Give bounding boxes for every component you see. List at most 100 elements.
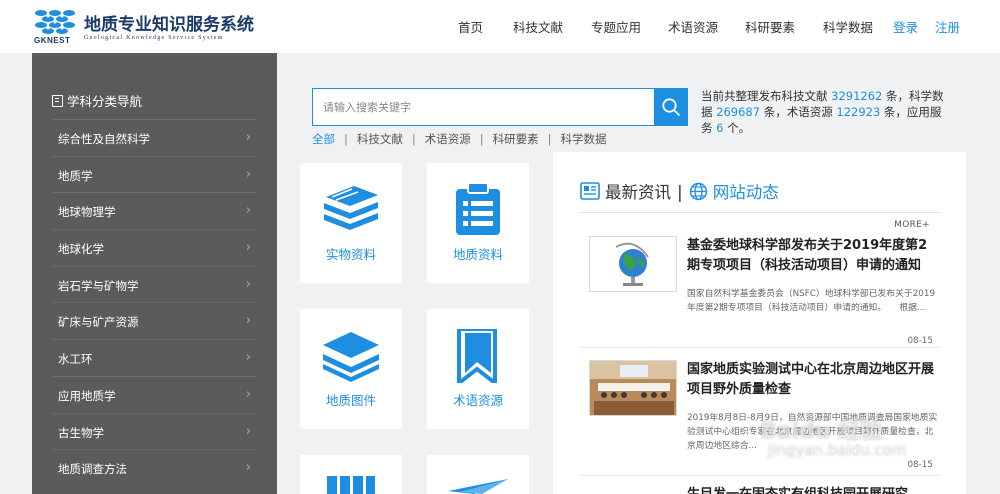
sidebar-item-label: 地球物理学 [58, 205, 116, 220]
globe-icon [689, 182, 708, 205]
news-item[interactable]: 基金委地球科学部发布关于2019年度第2期专项项目（科技活动项目）申请的通知 国… [589, 236, 939, 351]
site-title: 地质专业知识服务系统 [84, 15, 254, 35]
filter-all[interactable]: 全部 [312, 132, 335, 146]
chevron-right-icon: › [245, 240, 251, 256]
tile-label: 地质图件 [325, 393, 376, 408]
sidebar-item-petrology[interactable]: 岩石学与矿物学 › [52, 265, 257, 303]
logo-mesh-icon [35, 10, 75, 34]
stacked-books-icon [324, 186, 378, 230]
books-shelf-icon [327, 476, 375, 494]
sidebar-item-paleontology[interactable]: 古生物学 › [52, 412, 257, 450]
filter-separator: | [479, 132, 484, 146]
chevron-right-icon: › [245, 423, 251, 439]
tile-physical-samples[interactable]: 实物资料 [300, 163, 402, 283]
news-title[interactable]: 生目发一在固态实有组科技园开展研究 [687, 485, 939, 494]
tab-divider: | [677, 183, 683, 203]
sidebar-item-geology[interactable]: 地质学 › [52, 155, 257, 193]
news-item[interactable]: 生目发一在固态实有组科技园开展研究 [589, 485, 939, 494]
sidebar-list: 综合性及自然科学 › 地质学 › 地球物理学 › 地球化学 › 岩石学与矿物学 › 矿床与… [52, 119, 257, 486]
news-date: 08-15 [907, 460, 933, 470]
nav-home[interactable]: 首页 [458, 17, 483, 36]
sidebar-item-label: 水工环 [58, 352, 93, 367]
bookmark-icon [457, 329, 497, 383]
stats-data-count: 269687 [716, 105, 761, 119]
sidebar-item-label: 地质调查方法 [58, 462, 127, 477]
login-link[interactable]: 登录 [893, 17, 918, 36]
chevron-right-icon: › [245, 130, 251, 145]
stats-text: 当前共整理发布科技文献 [701, 89, 832, 103]
news-summary: 国家自然科学基金委员会（NSFC）地球科学部已发布关于2019年度第2期专项项目… [687, 289, 936, 313]
newspaper-icon [580, 181, 600, 205]
sidebar-item-mineral-deposits[interactable]: 矿床与矿产资源 › [52, 302, 257, 339]
news-tabs: 最新资讯 | 网站动态 [580, 179, 779, 205]
search-box [312, 88, 688, 126]
sidebar-item-geophysics[interactable]: 地球物理学 › [52, 192, 257, 229]
sidebar-item-comprehensive[interactable]: 综合性及自然科学 › [52, 119, 257, 156]
chevron-right-icon: › [245, 276, 251, 292]
news-date: 08-15 [907, 336, 933, 346]
nav-literature[interactable]: 科技文献 [513, 17, 563, 36]
tile-partial-2[interactable] [427, 455, 529, 494]
layers-icon [323, 332, 379, 382]
nav-science-data[interactable]: 科学数据 [823, 17, 873, 36]
sidebar-item-label: 应用地质学 [58, 388, 116, 403]
chevron-right-icon: › [245, 386, 251, 402]
sidebar-item-label: 岩石学与矿物学 [58, 278, 139, 293]
news-summary: 2019年8月8日-8月9日，自然资源部中国地质调查局国家地质实验测试中心组织专… [687, 413, 938, 451]
tile-label: 术语资源 [452, 393, 503, 408]
stats-text: 个。 [723, 121, 751, 135]
tile-partial-1[interactable] [300, 455, 402, 494]
globe-thumbnail [589, 236, 677, 292]
chevron-right-icon: › [245, 460, 251, 476]
sidebar-item-survey-methods[interactable]: 地质调查方法 › [52, 449, 257, 486]
news-item[interactable]: 国家地质实验测试中心在北京周边地区开展项目野外质量检查 2019年8月8日-8月… [589, 360, 939, 475]
news-title[interactable]: 国家地质实验测试中心在北京周边地区开展项目野外质量检查 [687, 360, 939, 400]
sidebar-title-text: 学科分类导航 [67, 94, 143, 109]
nav-terms[interactable]: 术语资源 [668, 17, 718, 36]
clipboard-list-icon [456, 183, 500, 235]
header: GKNEST 地质专业知识服务系统 Geological Knowledge S… [0, 0, 1000, 53]
more-link[interactable]: MORE+ [894, 220, 930, 230]
tile-label: 实物资料 [325, 247, 376, 262]
meeting-thumbnail [589, 360, 677, 416]
sidebar-title: 学科分类导航 [52, 91, 142, 110]
sidebar-item-label: 古生物学 [58, 425, 104, 440]
tile-geological-maps[interactable]: 地质图件 [300, 309, 402, 429]
chevron-right-icon: › [245, 203, 251, 219]
filter-science-data[interactable]: 科学数据 [561, 132, 607, 146]
book-icon [52, 95, 63, 107]
news-panel: 最新资讯 | 网站动态 MORE+ 基金委地球科学部发布关于2019年度第2期专… [553, 152, 966, 494]
site-logo[interactable]: GKNEST 地质专业知识服务系统 Geological Knowledge S… [33, 8, 273, 48]
filter-separator: | [411, 132, 416, 146]
stats-terms-count: 122923 [836, 105, 881, 119]
sidebar-item-geochemistry[interactable]: 地球化学 › [52, 229, 257, 266]
news-divider [580, 347, 940, 348]
tab-site-updates[interactable]: 网站动态 [713, 183, 779, 202]
sidebar-item-label: 综合性及自然科学 [58, 132, 150, 146]
filter-literature[interactable]: 科技文献 [357, 132, 403, 146]
filter-terms[interactable]: 术语资源 [425, 132, 471, 146]
tile-term-resources[interactable]: 术语资源 [427, 309, 529, 429]
nav-research-elements[interactable]: 科研要素 [745, 17, 795, 36]
site-subtitle: Geological Knowledge Service System [84, 35, 224, 41]
sidebar-item-label: 地质学 [58, 168, 93, 183]
search-icon [662, 98, 680, 116]
stats-literature-count: 3291262 [831, 89, 883, 103]
sidebar-item-applied-geology[interactable]: 应用地质学 › [52, 375, 257, 413]
register-link[interactable]: 注册 [935, 17, 960, 36]
news-title[interactable]: 基金委地球科学部发布关于2019年度第2期专项项目（科技活动项目）申请的通知 [687, 236, 939, 276]
logo-abbr: GKNEST [34, 36, 71, 45]
resource-stats: 当前共整理发布科技文献 3291262 条，科学数据 269687 条，术语资源… [701, 88, 951, 136]
subject-nav-sidebar: 学科分类导航 综合性及自然科学 › 地质学 › 地球物理学 › 地球化学 › 岩石学与矿… [32, 53, 277, 494]
search-input[interactable] [313, 89, 655, 125]
tab-latest-news[interactable]: 最新资讯 [605, 183, 671, 202]
search-button[interactable] [654, 89, 687, 125]
chevron-right-icon: › [245, 313, 251, 329]
news-header-divider [580, 212, 940, 213]
sidebar-item-hydro-eng-env[interactable]: 水工环 › [52, 339, 257, 376]
news-divider [580, 475, 940, 476]
tile-geological-data[interactable]: 地质资料 [427, 163, 529, 283]
paper-plane-icon [448, 479, 508, 494]
filter-research-elements[interactable]: 科研要素 [493, 132, 539, 146]
nav-topics[interactable]: 专题应用 [591, 17, 641, 36]
